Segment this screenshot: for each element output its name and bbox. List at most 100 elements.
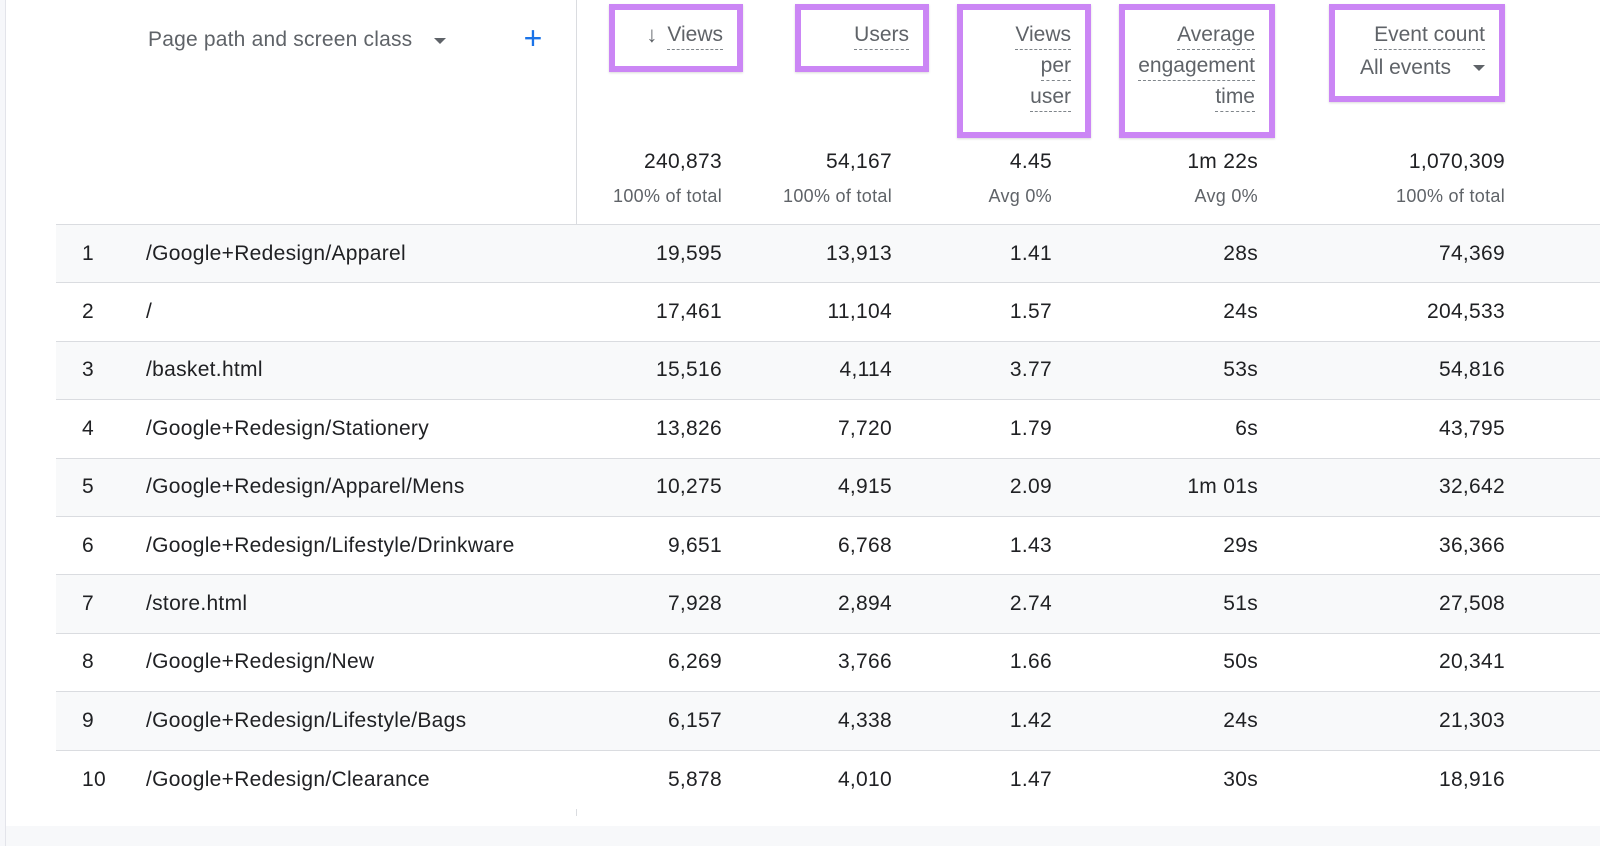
add-dimension-button[interactable]: + [518,20,548,56]
views-value: 17,461 [655,300,722,324]
total-users: 54,167 [825,150,892,173]
column-header-label: Users [854,22,909,50]
column-header-avg-engagement-time[interactable]: Average engagement time [1119,4,1275,138]
total-users-sub: 100% of total [783,186,892,206]
report-table: Page path and screen class + ↓ Views Use… [56,0,1600,826]
views-value: 15,516 [655,358,722,382]
views-value: 6,157 [667,708,722,732]
event-filter-value: All events [1359,56,1451,79]
page-path[interactable]: /store.html [146,575,247,632]
views-value: 6,269 [667,650,722,674]
page-path[interactable]: /Google+Redesign/Clearance [146,751,430,809]
event-filter-select[interactable]: All events [1360,55,1485,81]
total-event-count: 1,070,309 [1408,150,1505,173]
views-per-user-value: 1.41 [1009,241,1052,265]
views-value: 5,878 [667,767,722,791]
views-per-user-value: 1.66 [1009,650,1052,674]
column-header-label: time [1215,84,1255,112]
views-value: 13,826 [655,416,722,440]
column-header-views[interactable]: ↓ Views [609,4,743,72]
column-header-label: Views [667,22,723,50]
event-count-value: 204,533 [1426,300,1505,324]
users-value: 4,114 [839,358,892,382]
page-path[interactable]: /basket.html [146,342,263,399]
table-row[interactable]: 8 /Google+Redesign/New 6,269 3,766 1.66 … [56,633,1600,693]
avg-engagement-time-value: 6s [1235,416,1258,440]
users-value: 11,104 [827,300,892,324]
views-value: 9,651 [667,533,722,557]
avg-engagement-time-value: 28s [1223,241,1258,265]
table-row[interactable]: 5 /Google+Redesign/Apparel/Mens 10,275 4… [56,458,1600,517]
views-per-user-value: 3.77 [1009,358,1052,382]
views-per-user-value: 1.57 [1009,300,1052,324]
event-count-value: 54,816 [1438,358,1505,382]
views-value: 10,275 [655,475,722,499]
total-avg-engagement-time: 1m 22s [1187,150,1258,173]
page-path[interactable]: /Google+Redesign/Apparel/Mens [146,459,465,516]
users-value: 3,766 [837,650,892,674]
column-header-views-per-user[interactable]: Views per user [957,4,1091,138]
caret-down-icon [434,38,447,44]
row-index: 9 [82,708,94,732]
table-row[interactable]: 9 /Google+Redesign/Lifestyle/Bags 6,157 … [56,692,1600,751]
plus-icon: + [523,20,543,56]
page-path[interactable]: /Google+Redesign/Lifestyle/Drinkware [146,517,515,574]
table-row[interactable]: 4 /Google+Redesign/Stationery 13,826 7,7… [56,400,1600,459]
row-index: 8 [82,650,94,674]
table-row[interactable]: 6 /Google+Redesign/Lifestyle/Drinkware 9… [56,516,1600,576]
page-path[interactable]: /Google+Redesign/Apparel [146,225,406,282]
page-path[interactable]: / [146,283,152,340]
table-row[interactable]: 7 /store.html 7,928 2,894 2.74 51s 27,50… [56,575,1600,634]
dimension-label: Page path and screen class [148,28,413,51]
row-index: 7 [82,592,94,616]
table-row[interactable]: 2 / 17,461 11,104 1.57 24s 204,533 [56,283,1600,342]
event-count-value: 21,303 [1438,708,1505,732]
column-header-label: per [1040,53,1071,81]
views-value: 7,928 [667,592,722,616]
users-value: 6,768 [837,533,892,557]
page-path[interactable]: /Google+Redesign/Lifestyle/Bags [146,692,466,749]
users-value: 2,894 [837,592,892,616]
views-per-user-value: 1.43 [1009,533,1052,557]
dimension-selector[interactable]: Page path and screen class [148,24,447,56]
event-count-value: 32,642 [1438,475,1505,499]
left-rail [0,0,6,846]
avg-engagement-time-value: 50s [1223,650,1258,674]
bottom-shade [6,826,1600,846]
views-per-user-value: 2.74 [1009,592,1052,616]
column-header-label: Average [1177,22,1255,50]
views-per-user-value: 1.47 [1009,767,1052,791]
users-value: 4,338 [837,708,892,732]
avg-engagement-time-value: 24s [1223,300,1258,324]
avg-engagement-time-value: 1m 01s [1187,475,1258,499]
row-index: 6 [82,533,94,557]
row-index: 3 [82,358,94,382]
total-event-count-sub: 100% of total [1396,186,1505,206]
total-views-per-user-sub: Avg 0% [988,186,1052,206]
column-header-event-count[interactable]: Event count All events [1329,4,1505,102]
table-body: 1 /Google+Redesign/Apparel 19,595 13,913… [56,225,1600,809]
total-views-sub: 100% of total [613,186,722,206]
event-count-value: 27,508 [1438,592,1505,616]
arrow-down-icon: ↓ [646,22,658,47]
column-header-label: Views [1015,22,1071,50]
row-index: 10 [82,767,106,791]
page-path[interactable]: /Google+Redesign/New [146,634,374,691]
views-value: 19,595 [655,241,722,265]
table-row[interactable]: 1 /Google+Redesign/Apparel 19,595 13,913… [56,225,1600,284]
table-row[interactable]: 10 /Google+Redesign/Clearance 5,878 4,01… [56,750,1600,809]
users-value: 4,915 [837,475,892,499]
row-index: 4 [82,416,94,440]
event-count-value: 74,369 [1438,241,1505,265]
table-row[interactable]: 3 /basket.html 15,516 4,114 3.77 53s 54,… [56,341,1600,401]
event-count-value: 20,341 [1438,650,1505,674]
avg-engagement-time-value: 24s [1223,708,1258,732]
views-per-user-value: 2.09 [1009,475,1052,499]
column-header-users[interactable]: Users [795,4,929,72]
users-value: 13,913 [825,241,892,265]
avg-engagement-time-value: 51s [1223,592,1258,616]
page-path[interactable]: /Google+Redesign/Stationery [146,400,429,457]
total-views-per-user: 4.45 [1009,150,1052,173]
event-count-value: 43,795 [1438,416,1505,440]
avg-engagement-time-value: 53s [1223,358,1258,382]
